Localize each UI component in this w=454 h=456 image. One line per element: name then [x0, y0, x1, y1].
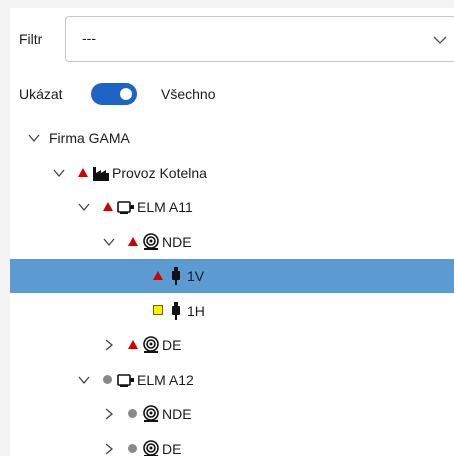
tree-node[interactable]: ELM A12	[10, 363, 454, 397]
chevron-down-icon[interactable]	[77, 373, 91, 387]
tree-node[interactable]: DE	[10, 328, 454, 362]
chevron-right-icon[interactable]	[102, 338, 116, 352]
tree-node-label: 1H	[187, 302, 205, 319]
tree-node-label: 1V	[187, 268, 205, 284]
bearing-icon	[143, 232, 159, 250]
tree-node[interactable]: NDE	[10, 225, 454, 259]
tree-node[interactable]: 1H	[10, 294, 454, 328]
factory-icon	[93, 166, 109, 181]
tree-panel: Filtr --- Ukázat Všechno Firma GAMA Provo…	[10, 8, 454, 456]
tree-node-label: NDE	[162, 406, 192, 422]
chevron-right-icon[interactable]	[102, 442, 116, 456]
toggle-knob	[120, 88, 132, 100]
tree-node-label: Firma GAMA	[49, 130, 130, 146]
tree-node-label: ELM A12	[137, 371, 194, 388]
filter-combobox[interactable]: ---	[65, 16, 454, 62]
show-label: Ukázat	[19, 86, 63, 102]
tree-node[interactable]: DE	[10, 432, 454, 456]
alarm-icon	[78, 167, 88, 177]
sensor-icon	[172, 301, 180, 320]
filter-label: Filtr	[19, 31, 43, 47]
inactive-status-icon	[103, 374, 112, 384]
tree-node[interactable]: ELM A11	[10, 190, 454, 224]
motor-icon	[117, 201, 134, 214]
bearing-icon	[143, 439, 159, 456]
chevron-right-icon[interactable]	[102, 407, 116, 421]
alarm-icon	[153, 271, 163, 280]
motor-icon	[117, 373, 134, 387]
show-all-label: Všechno	[161, 86, 216, 102]
tree-node[interactable]: 1V	[10, 259, 454, 293]
chevron-down-icon[interactable]	[102, 235, 116, 249]
chevron-down-icon[interactable]	[27, 131, 41, 145]
bearing-icon	[143, 405, 159, 422]
tree-node[interactable]: Provoz Kotelna	[10, 156, 454, 190]
tree-node[interactable]: Firma GAMA	[10, 121, 454, 155]
tree-node-label: NDE	[162, 233, 192, 250]
alarm-icon	[103, 202, 113, 211]
show-row: Ukázat Všechno	[10, 80, 454, 110]
sensor-icon	[172, 267, 180, 285]
filter-row: Filtr ---	[10, 16, 454, 64]
filter-value: ---	[82, 30, 96, 46]
show-all-toggle[interactable]	[91, 83, 137, 105]
bearing-icon	[143, 336, 159, 353]
tree-node-label: Provoz Kotelna	[112, 164, 207, 181]
tree-node-label: DE	[162, 440, 182, 456]
alarm-icon	[128, 340, 138, 349]
tree-node-label: ELM A11	[137, 199, 193, 215]
inactive-status-icon	[128, 409, 137, 418]
alarm-icon	[128, 236, 138, 246]
warning-icon	[153, 304, 163, 315]
chevron-down-icon	[433, 36, 447, 44]
chevron-down-icon[interactable]	[52, 166, 66, 180]
chevron-down-icon[interactable]	[77, 200, 91, 214]
tree-node-label: DE	[162, 337, 182, 353]
tree-node[interactable]: NDE	[10, 397, 454, 431]
inactive-status-icon	[128, 443, 137, 453]
